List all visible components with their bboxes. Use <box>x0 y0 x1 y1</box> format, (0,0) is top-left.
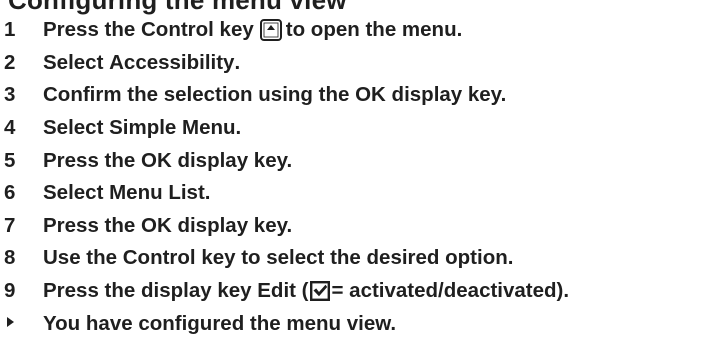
step-number: 3 <box>4 83 16 107</box>
step-text: display key. <box>391 83 507 107</box>
step-text: Press the <box>43 213 136 237</box>
step-item: 5 Press the OK display key. <box>0 144 702 177</box>
step-number: 5 <box>4 148 16 172</box>
step-item: 8 Use the Control key to select the desi… <box>0 242 702 275</box>
step-keyword: OK <box>355 83 386 107</box>
step-text: . <box>234 50 241 74</box>
step-item: 4 Select Simple Menu. <box>0 112 702 145</box>
step-text: Select <box>43 181 104 205</box>
step-keyword: OK <box>141 213 172 237</box>
step-text: Press the <box>43 148 136 172</box>
step-text: Press the Control key <box>43 18 254 42</box>
step-text: Use the Control key to select the desire… <box>43 246 514 270</box>
step-text: to open the menu. <box>285 18 463 42</box>
step-keyword: Edit <box>257 279 296 303</box>
step-text: display key. <box>177 213 293 237</box>
step-text: = activated/deactivated). <box>331 279 570 303</box>
step-item: 3 Confirm the selection using the OK dis… <box>0 79 702 112</box>
control-key-icon <box>259 19 282 42</box>
step-text: . <box>235 116 242 140</box>
step-number: 4 <box>4 116 16 140</box>
instruction-page: Configuring the menu view 1 Press the Co… <box>0 0 702 349</box>
checked-box-icon <box>309 281 330 302</box>
step-text: Confirm the selection using the <box>43 83 350 107</box>
triangle-right-icon <box>0 316 43 331</box>
step-item: 1 Press the Control key to open the menu… <box>0 14 702 47</box>
step-keyword: Simple Menu <box>109 116 236 140</box>
step-text: Press the display key <box>43 279 252 303</box>
step-text: display key. <box>177 148 293 172</box>
step-number: 1 <box>4 18 16 42</box>
step-keyword: OK <box>141 148 172 172</box>
step-number: 2 <box>4 50 16 74</box>
step-item: 6 Select Menu List. <box>0 177 702 210</box>
step-number: 7 <box>4 213 16 237</box>
step-text: . <box>204 181 211 205</box>
step-item: 2 Select Accessibility. <box>0 47 702 80</box>
step-number: 6 <box>4 181 16 205</box>
step-number: 9 <box>4 279 16 303</box>
step-item: 7 Press the OK display key. <box>0 210 702 243</box>
step-text: Select <box>43 50 104 74</box>
step-list: 1 Press the Control key to open the menu… <box>0 14 702 340</box>
step-keyword: Accessibility <box>109 50 235 74</box>
step-text: Select <box>43 116 104 140</box>
result-text: You have configured the menu view. <box>43 311 397 335</box>
step-item: 9 Press the display key Edit ( = activat… <box>0 275 702 308</box>
step-paren: ( <box>301 279 309 303</box>
result-item: You have configured the menu view. <box>0 307 702 340</box>
step-number: 8 <box>4 246 16 270</box>
step-keyword: Menu List <box>109 181 205 205</box>
